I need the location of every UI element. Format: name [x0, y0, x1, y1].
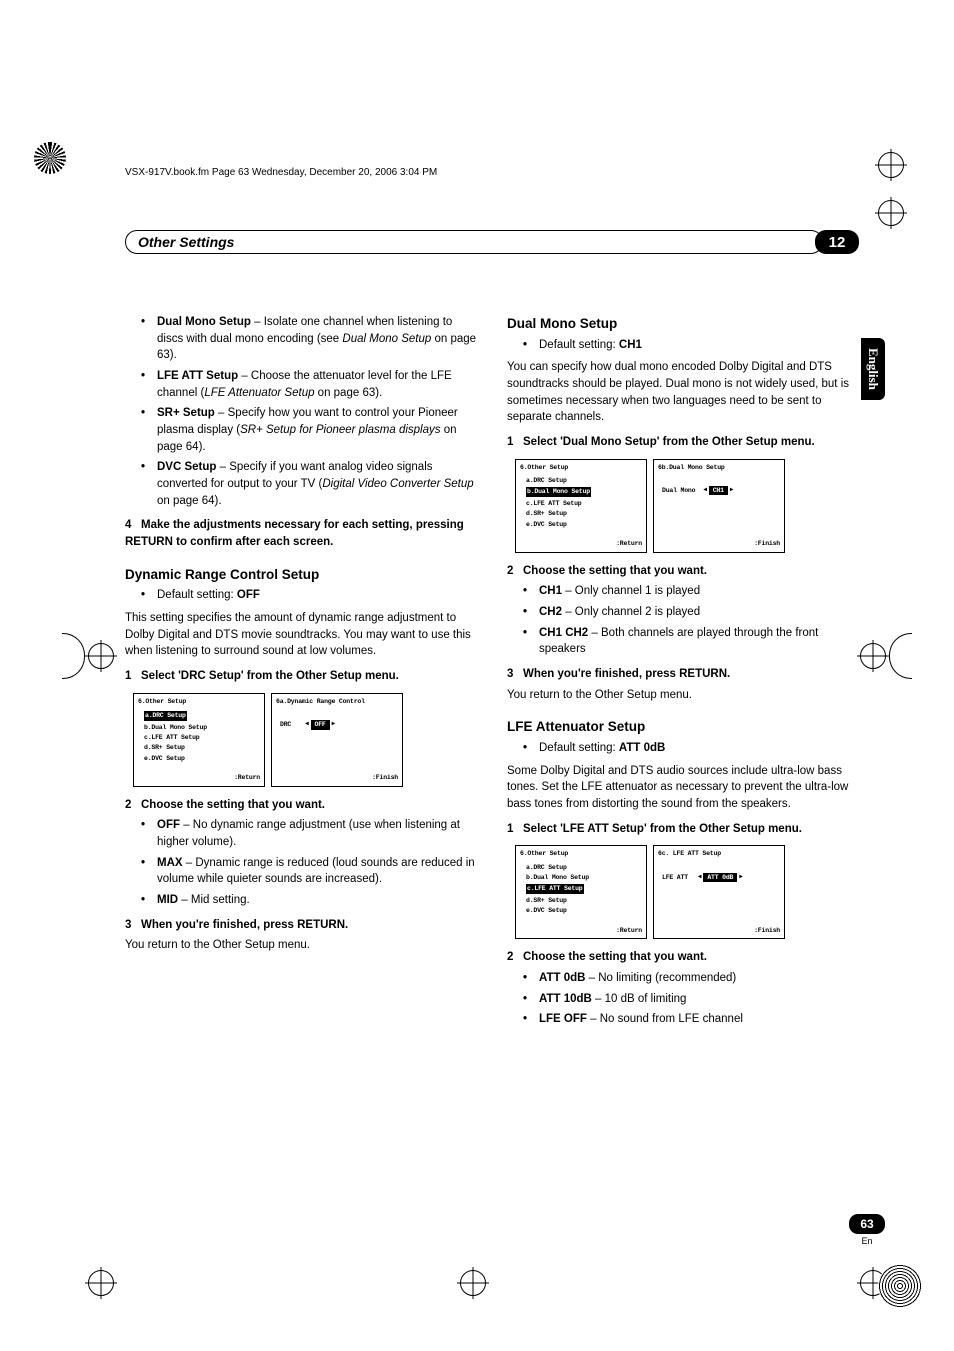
header-line: VSX-917V.book.fm Page 63 Wednesday, Dece… [125, 167, 437, 178]
dual-screens: 6.Other Setup a.DRC Setup b.Dual Mono Se… [507, 459, 859, 553]
lfe-heading: LFE Attenuator Setup [507, 717, 859, 737]
default-setting: Default setting: OFF [125, 587, 477, 604]
dual-step2: 2 Choose the setting that you want. [507, 563, 859, 580]
registration-mark-icon [878, 152, 904, 178]
list-item: MID – Mid setting. [151, 892, 477, 909]
drc-options: OFF – No dynamic range adjustment (use w… [125, 817, 477, 908]
list-item: Default setting: ATT 0dB [533, 740, 859, 757]
default-setting: Default setting: ATT 0dB [507, 740, 859, 757]
screen-left: 6.Other Setup a.DRC Setup b.Dual Mono Se… [133, 693, 265, 787]
column-right: Dual Mono Setup Default setting: CH1 You… [507, 314, 859, 1032]
lfe-step1: 1 Select 'LFE ATT Setup' from the Other … [507, 821, 859, 838]
page-number: 63 [849, 1214, 885, 1234]
drc-step3: 3 When you're finished, press RETURN. [125, 917, 477, 934]
screen-right: 6b.Dual Mono Setup Dual Mono ◀CH1▶ :Fini… [653, 459, 785, 553]
half-circle-icon [62, 633, 85, 679]
list-item: SR+ Setup – Specify how you want to cont… [151, 405, 477, 455]
dual-desc: You can specify how dual mono encoded Do… [507, 359, 859, 426]
dual-heading: Dual Mono Setup [507, 314, 859, 334]
list-item: CH2 – Only channel 2 is played [533, 604, 859, 621]
screen-right: 6c. LFE ATT Setup LFE ATT ◀ATT 0dB▶ :Fin… [653, 845, 785, 939]
drc-heading: Dynamic Range Control Setup [125, 565, 477, 585]
dual-options: CH1 – Only channel 1 is played CH2 – Onl… [507, 583, 859, 658]
list-item: ATT 0dB – No limiting (recommended) [533, 970, 859, 987]
list-item: Default setting: OFF [151, 587, 477, 604]
registration-mark-icon [34, 142, 66, 174]
chapter-number: 12 [815, 230, 859, 254]
page-sub: En [849, 1236, 885, 1246]
default-setting: Default setting: CH1 [507, 337, 859, 354]
screen-left: 6.Other Setup a.DRC Setup b.Dual Mono Se… [515, 845, 647, 939]
lfe-options: ATT 0dB – No limiting (recommended) ATT … [507, 970, 859, 1028]
drc-after: You return to the Other Setup menu. [125, 937, 477, 954]
dual-after: You return to the Other Setup menu. [507, 687, 859, 704]
intro-bullets: Dual Mono Setup – Isolate one channel wh… [125, 314, 477, 509]
screen-right: 6a.Dynamic Range Control DRC ◀OFF▶ :Fini… [271, 693, 403, 787]
registration-mark-icon [88, 1270, 114, 1296]
list-item: LFE OFF – No sound from LFE channel [533, 1011, 859, 1028]
page: VSX-917V.book.fm Page 63 Wednesday, Dece… [0, 0, 954, 1351]
list-item: LFE ATT Setup – Choose the attenuator le… [151, 368, 477, 401]
lfe-desc: Some Dolby Digital and DTS audio sources… [507, 763, 859, 813]
language-tab: English [861, 338, 885, 400]
columns: Dual Mono Setup – Isolate one channel wh… [125, 314, 859, 1032]
dual-step1: 1 Select 'Dual Mono Setup' from the Othe… [507, 434, 859, 451]
page-number-box: 63 En [849, 1214, 885, 1246]
lfe-step2: 2 Choose the setting that you want. [507, 949, 859, 966]
list-item: Dual Mono Setup – Isolate one channel wh… [151, 314, 477, 364]
list-item: Default setting: CH1 [533, 337, 859, 354]
drc-screens: 6.Other Setup a.DRC Setup b.Dual Mono Se… [125, 693, 477, 787]
list-item: CH1 CH2 – Both channels are played throu… [533, 625, 859, 658]
list-item: MAX – Dynamic range is reduced (loud sou… [151, 855, 477, 888]
screen-left: 6.Other Setup a.DRC Setup b.Dual Mono Se… [515, 459, 647, 553]
content-area: Other Settings 12 Dual Mono Setup – Isol… [125, 230, 859, 1032]
column-left: Dual Mono Setup – Isolate one channel wh… [125, 314, 477, 1032]
chapter-title: Other Settings [125, 230, 823, 254]
drc-desc: This setting specifies the amount of dyn… [125, 610, 477, 660]
list-item: CH1 – Only channel 1 is played [533, 583, 859, 600]
registration-mark-icon [860, 643, 886, 669]
drc-step2: 2 Choose the setting that you want. [125, 797, 477, 814]
lfe-screens: 6.Other Setup a.DRC Setup b.Dual Mono Se… [507, 845, 859, 939]
half-circle-icon [889, 633, 912, 679]
list-item: DVC Setup – Specify if you want analog v… [151, 459, 477, 509]
registration-mark-icon [878, 1264, 922, 1308]
registration-mark-icon [460, 1270, 486, 1296]
list-item: OFF – No dynamic range adjustment (use w… [151, 817, 477, 850]
step-4: 4 Make the adjustments necessary for eac… [125, 517, 477, 550]
dual-step3: 3 When you're finished, press RETURN. [507, 666, 859, 683]
drc-step1: 1 Select 'DRC Setup' from the Other Setu… [125, 668, 477, 685]
registration-mark-icon [88, 643, 114, 669]
registration-mark-icon [878, 200, 904, 226]
list-item: ATT 10dB – 10 dB of limiting [533, 991, 859, 1008]
chapter-title-bar: Other Settings 12 [125, 230, 859, 254]
